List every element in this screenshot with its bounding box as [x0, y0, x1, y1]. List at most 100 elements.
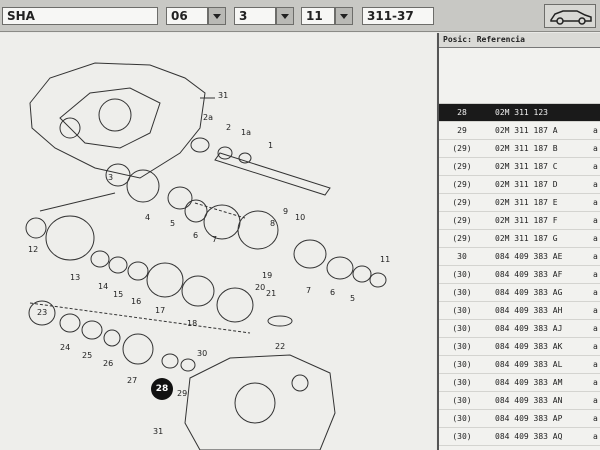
- car-button[interactable]: [544, 4, 596, 28]
- table-row[interactable]: 29 02M 311 187 A a: [439, 122, 600, 140]
- extra-cell: a: [593, 324, 598, 333]
- extra-cell: a: [593, 144, 598, 153]
- reference-cell: 084 409 383 AE: [495, 252, 563, 261]
- extra-cell: a: [593, 288, 598, 297]
- group-field[interactable]: 3: [234, 7, 276, 25]
- table-row[interactable]: (29) 02M 311 187 F a: [439, 212, 600, 230]
- callout-label: 30: [197, 349, 208, 358]
- extra-cell: a: [593, 432, 598, 441]
- callout-label: 5: [170, 219, 176, 228]
- extra-cell: a: [593, 216, 598, 225]
- callout-label: 3: [108, 173, 114, 182]
- callout-label: 6: [193, 231, 199, 240]
- callout-label: 15: [113, 290, 124, 299]
- highlighted-position-badge[interactable]: 28: [151, 378, 173, 400]
- reference-cell: 084 409 383 AQ: [495, 432, 563, 441]
- extra-cell: a: [593, 396, 598, 405]
- callout-label: 12: [28, 245, 39, 254]
- reference-cell: 084 409 383 AN: [495, 396, 563, 405]
- exploded-parts-diagram: 31 2a 2 1a 1 3 4 5 6 7 8 9 10 12 13 14 1…: [0, 33, 436, 450]
- subgroup-dropdown-button[interactable]: [335, 7, 353, 25]
- group-dropdown-button[interactable]: [276, 7, 294, 25]
- reference-cell: 02M 311 187 G: [495, 234, 558, 243]
- table-row[interactable]: (29) 02M 311 187 C a: [439, 158, 600, 176]
- header-position: Posic: [443, 35, 468, 44]
- table-row[interactable]: (30) 084 409 383 AL a: [439, 356, 600, 374]
- reference-cell: 084 409 383 AP: [495, 414, 563, 423]
- position-cell: (30): [452, 306, 472, 315]
- car-icon: [550, 10, 592, 25]
- illustration-field[interactable]: 311-37: [362, 7, 434, 25]
- table-row[interactable]: (29) 02M 311 187 E a: [439, 194, 600, 212]
- reference-cell: 02M 311 187 A: [495, 126, 558, 135]
- extra-cell: a: [593, 342, 598, 351]
- year-field[interactable]: 06: [166, 7, 208, 25]
- callout-label: 26: [103, 359, 114, 368]
- callout-label: 13: [70, 273, 81, 282]
- reference-cell: 084 409 383 AG: [495, 288, 563, 297]
- callout-label: 31: [218, 91, 229, 100]
- table-row[interactable]: (29) 02M 311 187 G a: [439, 230, 600, 248]
- reference-cell: 084 409 383 AJ: [495, 324, 563, 333]
- reference-cell: 084 409 383 AF: [495, 270, 563, 279]
- callout-label: 2: [226, 123, 232, 132]
- callout-label: 25: [82, 351, 93, 360]
- reference-cell: 02M 311 187 E: [495, 198, 558, 207]
- callout-label: 23: [37, 308, 48, 317]
- table-row[interactable]: (30) 084 409 383 AM a: [439, 374, 600, 392]
- callout-label: 11: [380, 255, 391, 264]
- table-row[interactable]: (30) 084 409 383 AF a: [439, 266, 600, 284]
- extra-cell: a: [593, 378, 598, 387]
- position-cell: (29): [452, 234, 472, 243]
- subgroup-field[interactable]: 11: [301, 7, 335, 25]
- position-cell: (30): [452, 378, 472, 387]
- callout-label: 21: [266, 289, 277, 298]
- parts-list: Posic: Referencia 28 02M 311 123 29 02M 311…: [437, 33, 600, 450]
- position-cell: (29): [452, 144, 472, 153]
- table-row[interactable]: (30) 084 409 383 AK a: [439, 338, 600, 356]
- table-row[interactable]: (30) 084 409 383 AP a: [439, 410, 600, 428]
- extra-cell: a: [593, 198, 598, 207]
- parts-list-rows: 28 02M 311 123 29 02M 311 187 A a (29) 02M 311…: [439, 104, 600, 446]
- callout-label: 1: [268, 141, 274, 150]
- table-row[interactable]: (30) 084 409 383 AN a: [439, 392, 600, 410]
- toolbar: SHA 06 3 11 311-37: [0, 0, 600, 32]
- table-row[interactable]: 30 084 409 383 AE a: [439, 248, 600, 266]
- position-cell: (29): [452, 162, 472, 171]
- table-row[interactable]: (29) 02M 311 187 B a: [439, 140, 600, 158]
- callout-label: 7: [212, 235, 218, 244]
- callout-label: 2a: [203, 113, 213, 122]
- extra-cell: a: [593, 252, 598, 261]
- model-field[interactable]: SHA: [2, 7, 158, 25]
- table-row[interactable]: (30) 084 409 383 AJ a: [439, 320, 600, 338]
- position-cell: (29): [452, 216, 472, 225]
- reference-cell: 084 409 383 AH: [495, 306, 563, 315]
- reference-cell: 02M 311 187 B: [495, 144, 558, 153]
- callout-label: 27: [127, 376, 138, 385]
- position-cell: (29): [452, 180, 472, 189]
- callout-label: 7: [306, 286, 312, 295]
- reference-cell: 02M 311 187 C: [495, 162, 558, 171]
- position-cell: 28: [457, 108, 467, 117]
- table-row-selected[interactable]: 28 02M 311 123: [439, 104, 600, 122]
- callout-label: 22: [275, 342, 286, 351]
- callout-label: 14: [98, 282, 109, 291]
- callout-label: 4: [145, 213, 151, 222]
- extra-cell: a: [593, 306, 598, 315]
- extra-cell: a: [593, 270, 598, 279]
- position-cell: (30): [452, 414, 472, 423]
- callout-label: 6: [330, 288, 336, 297]
- extra-cell: a: [593, 180, 598, 189]
- table-row[interactable]: (30) 084 409 383 AH a: [439, 302, 600, 320]
- year-dropdown-button[interactable]: [208, 7, 226, 25]
- extra-cell: a: [593, 360, 598, 369]
- callout-label: 5: [350, 294, 356, 303]
- table-row[interactable]: (30) 084 409 383 AQ a: [439, 428, 600, 446]
- callout-label: 1a: [241, 128, 251, 137]
- table-row[interactable]: (30) 084 409 383 AG a: [439, 284, 600, 302]
- reference-cell: 02M 311 187 D: [495, 180, 558, 189]
- callout-label: 16: [131, 297, 142, 306]
- header-reference: Referencia: [476, 35, 525, 44]
- callout-label: 8: [270, 219, 276, 228]
- table-row[interactable]: (29) 02M 311 187 D a: [439, 176, 600, 194]
